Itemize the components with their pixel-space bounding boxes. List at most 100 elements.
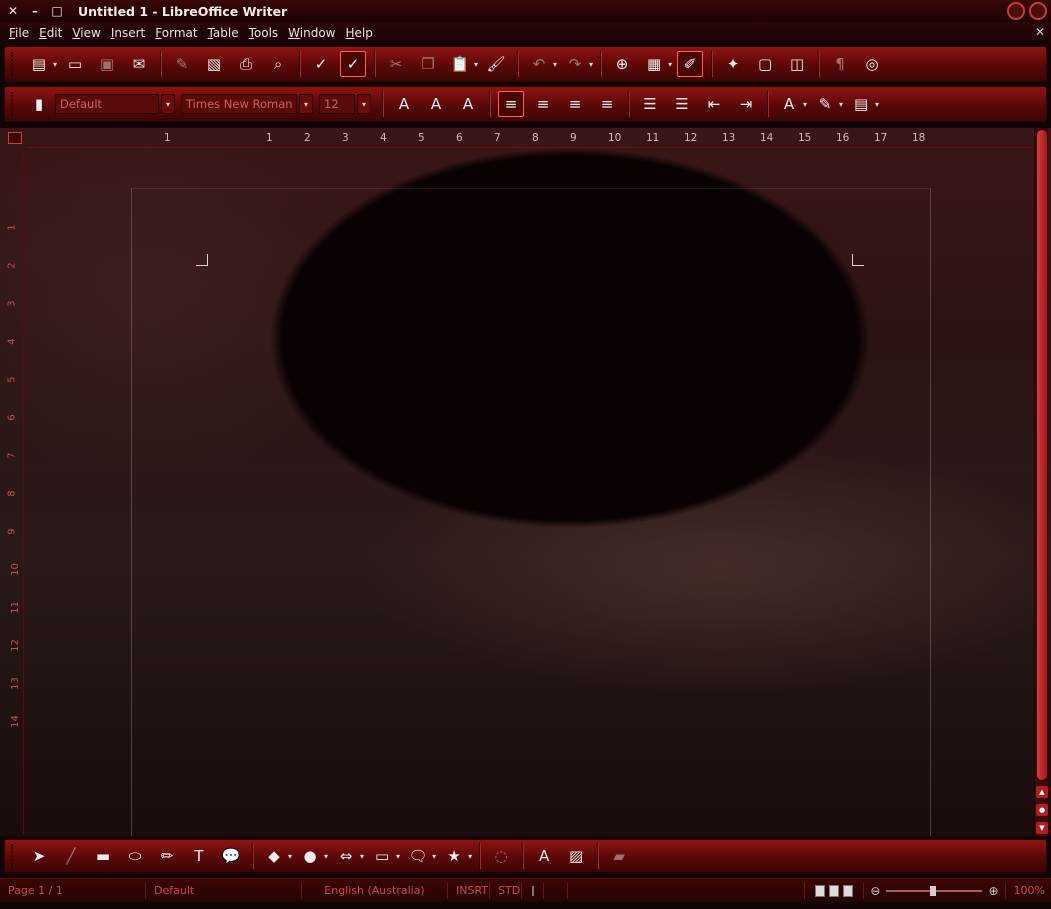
font-color-button[interactable]: A: [776, 91, 802, 117]
navigator-button[interactable]: ✦: [720, 51, 746, 77]
redo-button[interactable]: ↷: [562, 51, 588, 77]
new-document-button[interactable]: ▤: [26, 51, 52, 77]
symbol-shapes-button[interactable]: ●: [297, 843, 323, 869]
zoom-out-icon[interactable]: ⊖: [870, 884, 880, 898]
align-left-button[interactable]: ≡: [498, 91, 524, 117]
new-document-dropdown-arrow[interactable]: ▾: [53, 60, 57, 69]
styles-and-formatting-button[interactable]: ▮: [26, 91, 52, 117]
document-page[interactable]: [131, 188, 931, 836]
align-center-button[interactable]: ≡: [530, 91, 556, 117]
autospellcheck-button[interactable]: ✓: [340, 51, 367, 77]
basic-shapes-button[interactable]: ◆: [261, 843, 287, 869]
callouts-button[interactable]: 💬: [218, 843, 244, 869]
menu-insert[interactable]: Insert: [106, 26, 150, 40]
help-button[interactable]: ◎: [859, 51, 885, 77]
hyperlink-button[interactable]: ⊕: [609, 51, 635, 77]
callout-shapes-button[interactable]: 🗨: [405, 843, 431, 869]
vertical-ruler[interactable]: 1 2 3 4 5 6 7 8 9 10 11 12 13 14: [6, 150, 24, 834]
menu-help[interactable]: Help: [341, 26, 378, 40]
stars-button[interactable]: ★: [441, 843, 467, 869]
align-right-button[interactable]: ≡: [562, 91, 588, 117]
table-button[interactable]: ▦: [641, 51, 667, 77]
language-status[interactable]: English (Australia): [302, 882, 448, 899]
paragraph-style-dropdown[interactable]: ▾: [161, 94, 175, 114]
paste-dropdown-arrow[interactable]: ▾: [474, 60, 478, 69]
window-close-button[interactable]: ✕: [6, 4, 20, 18]
zoom-knob[interactable]: [930, 885, 937, 896]
data-sources-button[interactable]: ◫: [784, 51, 810, 77]
from-file-button[interactable]: ▨: [563, 843, 589, 869]
navigation-button[interactable]: ●: [1036, 804, 1048, 816]
bullets-button[interactable]: ☰: [669, 91, 695, 117]
increase-indent-button[interactable]: ⇥: [733, 91, 759, 117]
scrollbar-thumb[interactable]: [1037, 130, 1047, 780]
highlighting-dropdown-arrow[interactable]: ▾: [839, 100, 843, 109]
zoom-in-icon[interactable]: ⊕: [988, 884, 998, 898]
italic-button[interactable]: A: [423, 91, 449, 117]
print-preview-button[interactable]: ⌕: [265, 51, 291, 77]
rectangle-button[interactable]: ▬: [90, 843, 116, 869]
extrusion-button[interactable]: ▰: [606, 843, 632, 869]
zoom-slider[interactable]: ⊖ ⊕: [864, 884, 1004, 898]
block-arrows-button[interactable]: ⇔: [333, 843, 359, 869]
save-button[interactable]: ▣: [94, 51, 120, 77]
insert-mode-status[interactable]: INSRT: [448, 882, 490, 899]
menu-edit[interactable]: Edit: [34, 26, 67, 40]
ellipse-button[interactable]: ⬭: [122, 843, 148, 869]
paragraph-style-combo[interactable]: Default: [55, 94, 159, 114]
page-style-status[interactable]: Default: [146, 882, 302, 899]
justify-button[interactable]: ≡: [594, 91, 620, 117]
freeform-line-button[interactable]: ✏: [154, 843, 180, 869]
font-size-combo[interactable]: 12: [319, 94, 355, 114]
menu-format[interactable]: Format: [150, 26, 202, 40]
copy-button[interactable]: ❐: [415, 51, 441, 77]
vertical-scrollbar[interactable]: ▲ ● ▼: [1034, 128, 1048, 836]
book-view-icon[interactable]: [843, 884, 854, 897]
single-page-view-icon[interactable]: [815, 884, 826, 897]
tray-icon[interactable]: [1029, 2, 1047, 20]
digital-signature-status[interactable]: [544, 882, 568, 899]
export-pdf-button[interactable]: ▧: [201, 51, 227, 77]
toolbar-grip[interactable]: [11, 844, 17, 868]
symbol-shapes-dropdown-arrow[interactable]: ▾: [324, 852, 328, 861]
menu-tools[interactable]: Tools: [244, 26, 284, 40]
basic-shapes-dropdown-arrow[interactable]: ▾: [288, 852, 292, 861]
undo-button[interactable]: ↶: [526, 51, 552, 77]
horizontal-ruler[interactable]: 1 1 2 3 4 5 6 7 8 9 10 11 12 13 14 15 16 17 18: [26, 128, 1032, 148]
window-minimize-button[interactable]: –: [28, 4, 42, 18]
menu-window[interactable]: Window: [283, 26, 340, 40]
menu-table[interactable]: Table: [203, 26, 244, 40]
show-draw-functions-button[interactable]: ✐: [677, 51, 704, 77]
multi-page-view-icon[interactable]: [829, 884, 840, 897]
scroll-next-page-button[interactable]: ▼: [1036, 822, 1048, 834]
toolbar-grip[interactable]: [11, 52, 17, 76]
clone-formatting-button[interactable]: 🖌: [483, 51, 509, 77]
table-dropdown-arrow[interactable]: ▾: [668, 60, 672, 69]
text-button[interactable]: T: [186, 843, 212, 869]
gallery-button[interactable]: ▢: [752, 51, 778, 77]
bold-button[interactable]: A: [391, 91, 417, 117]
open-button[interactable]: ▭: [62, 51, 88, 77]
email-button[interactable]: ✉: [126, 51, 152, 77]
background-color-dropdown-arrow[interactable]: ▾: [875, 100, 879, 109]
decrease-indent-button[interactable]: ⇤: [701, 91, 727, 117]
highlighting-button[interactable]: ✎: [812, 91, 838, 117]
zoom-level-status[interactable]: 100%: [1004, 882, 1051, 899]
edit-file-button[interactable]: ✎: [169, 51, 195, 77]
fontwork-button[interactable]: A: [531, 843, 557, 869]
font-name-combo[interactable]: Times New Roman: [181, 94, 297, 114]
font-name-dropdown[interactable]: ▾: [299, 94, 313, 114]
cut-button[interactable]: ✂: [383, 51, 409, 77]
font-size-dropdown[interactable]: ▾: [357, 94, 371, 114]
block-arrows-dropdown-arrow[interactable]: ▾: [360, 852, 364, 861]
flowchart-dropdown-arrow[interactable]: ▾: [396, 852, 400, 861]
window-maximize-button[interactable]: □: [50, 4, 64, 18]
points-button[interactable]: ◌: [488, 843, 514, 869]
callout-shapes-dropdown-arrow[interactable]: ▾: [432, 852, 436, 861]
print-button[interactable]: ⎙: [233, 51, 259, 77]
paste-button[interactable]: 📋: [447, 51, 473, 77]
formatting-marks-button[interactable]: ¶: [827, 51, 853, 77]
scroll-previous-page-button[interactable]: ▲: [1036, 786, 1048, 798]
background-color-button[interactable]: ▤: [848, 91, 874, 117]
menu-view[interactable]: View: [67, 26, 105, 40]
